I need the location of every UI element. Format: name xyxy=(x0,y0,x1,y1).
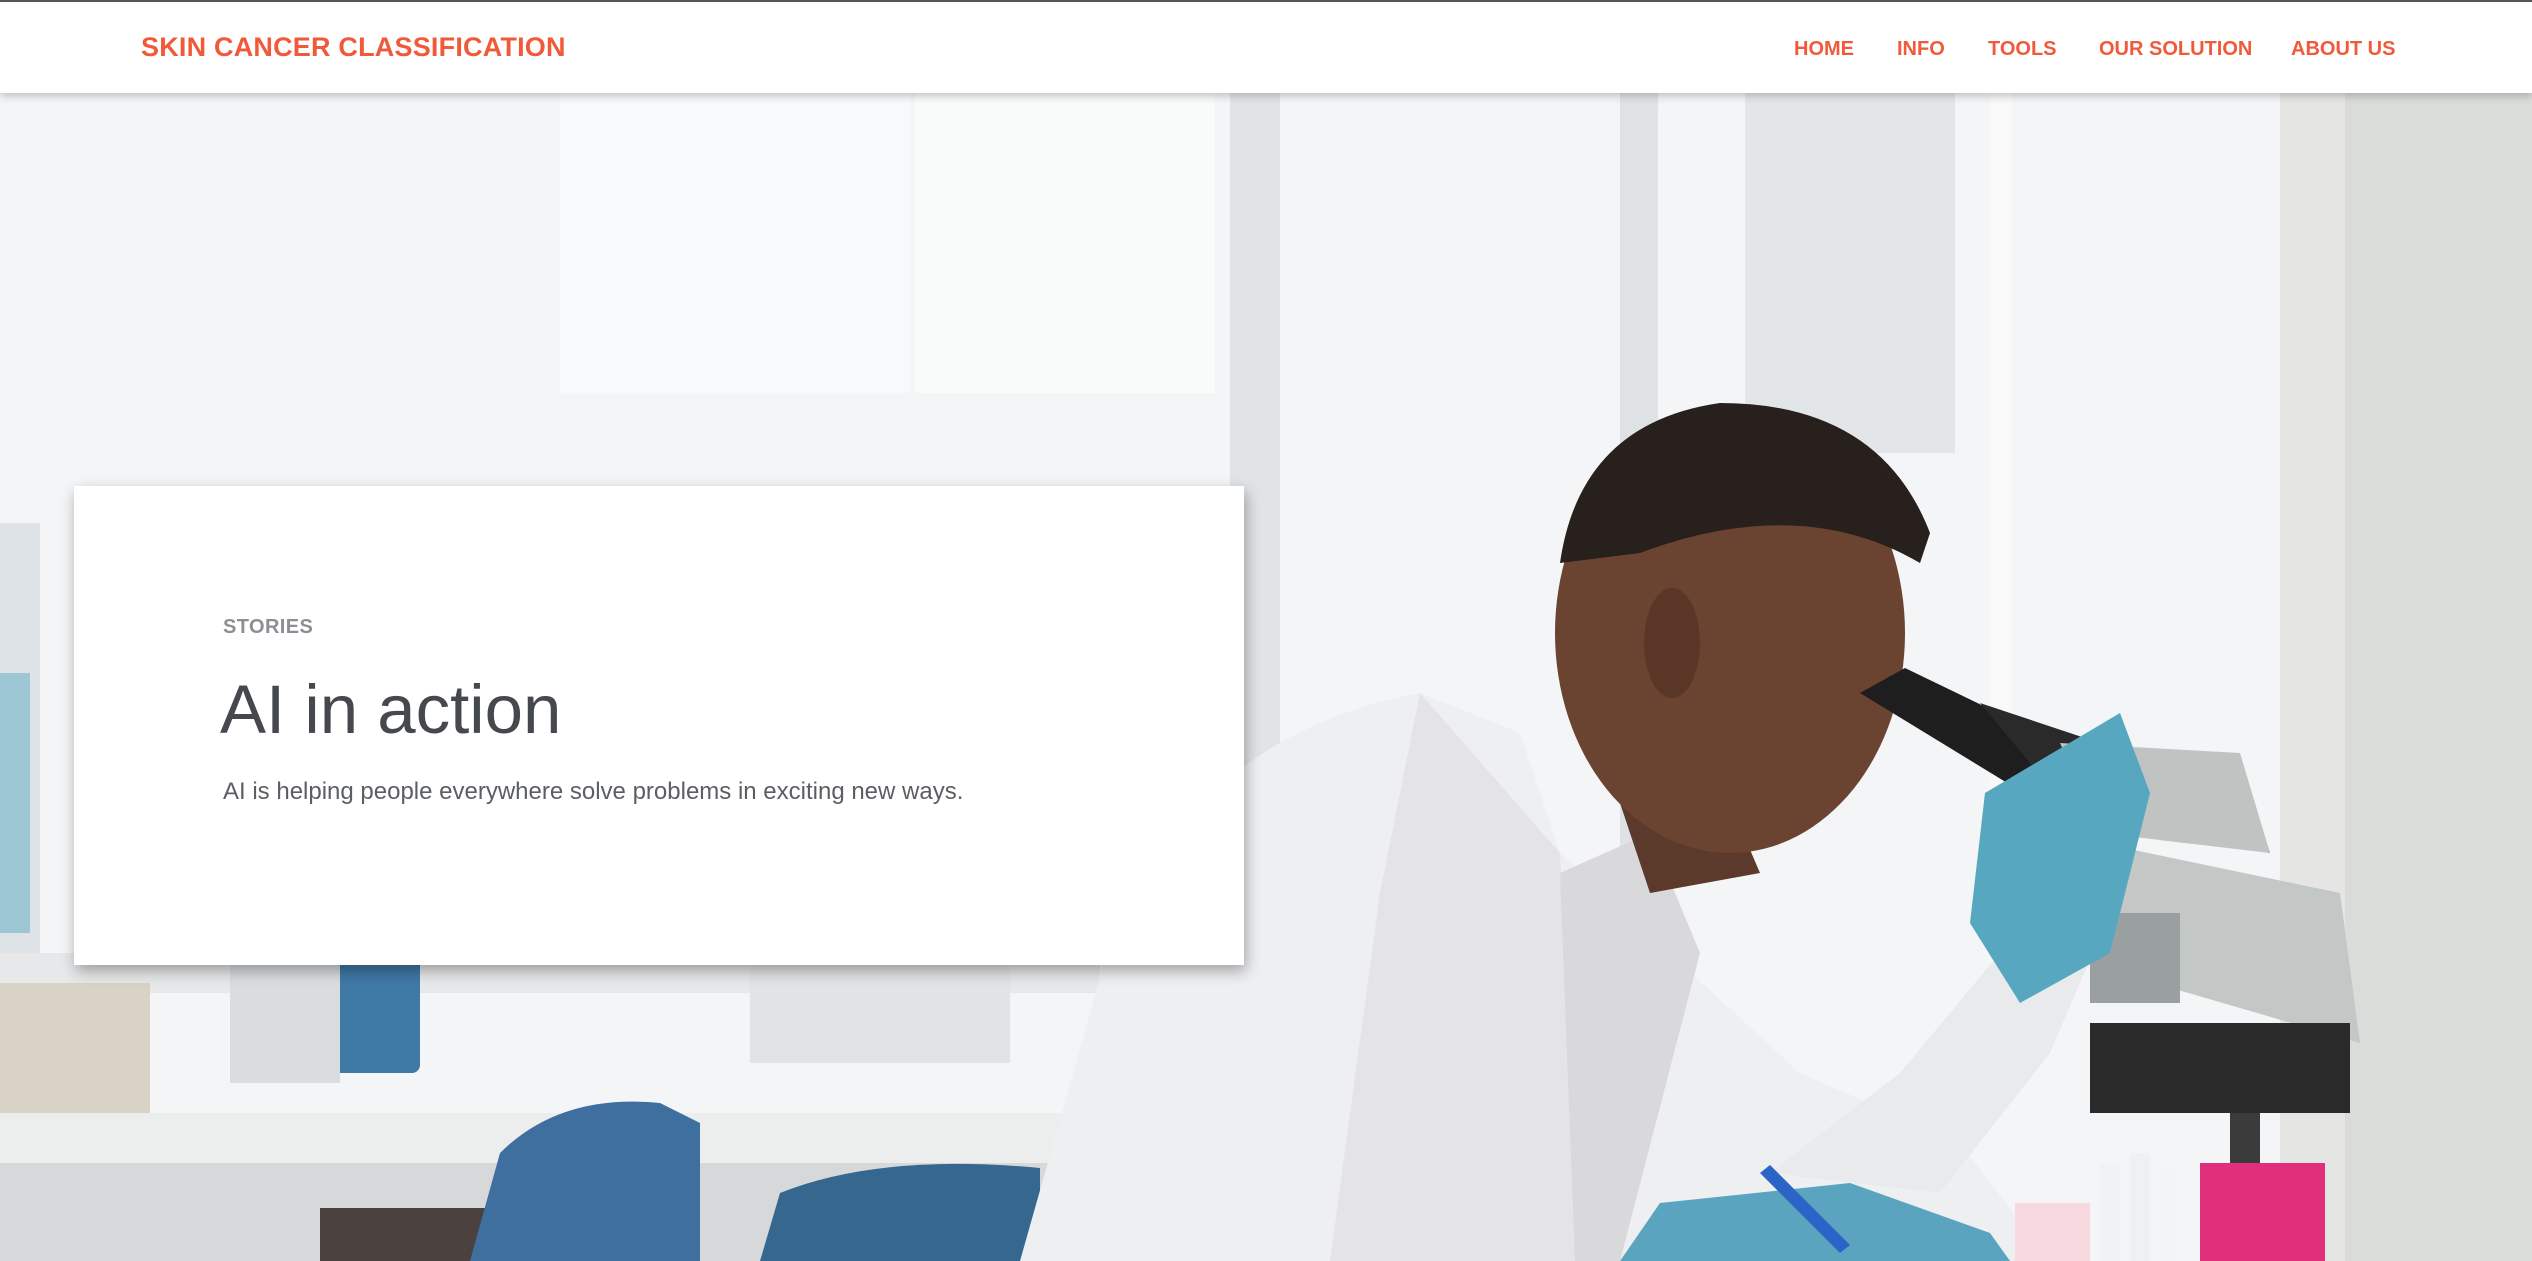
story-card: STORIES AI in action AI is helping peopl… xyxy=(74,486,1244,965)
nav-link-our-solution[interactable]: OUR SOLUTION xyxy=(2099,38,2252,61)
nav-link-home[interactable]: HOME xyxy=(1794,38,1854,61)
stories-eyebrow-label: STORIES xyxy=(223,616,314,638)
nav-link-tools[interactable]: TOOLS xyxy=(1988,38,2057,61)
nav-link-info[interactable]: INFO xyxy=(1897,38,1945,61)
top-navbar: SKIN CANCER CLASSIFICATION HOME INFO TOO… xyxy=(0,0,2532,93)
hero-section: STORIES AI in action AI is helping peopl… xyxy=(0,93,2532,1261)
main-nav: HOME INFO TOOLS OUR SOLUTION ABOUT US xyxy=(0,38,2532,62)
hero-headline: AI in action xyxy=(220,671,562,748)
hero-subtext: AI is helping people everywhere solve pr… xyxy=(223,778,964,805)
nav-link-about-us[interactable]: ABOUT US xyxy=(2291,38,2395,61)
page: SKIN CANCER CLASSIFICATION HOME INFO TOO… xyxy=(0,0,2532,1261)
